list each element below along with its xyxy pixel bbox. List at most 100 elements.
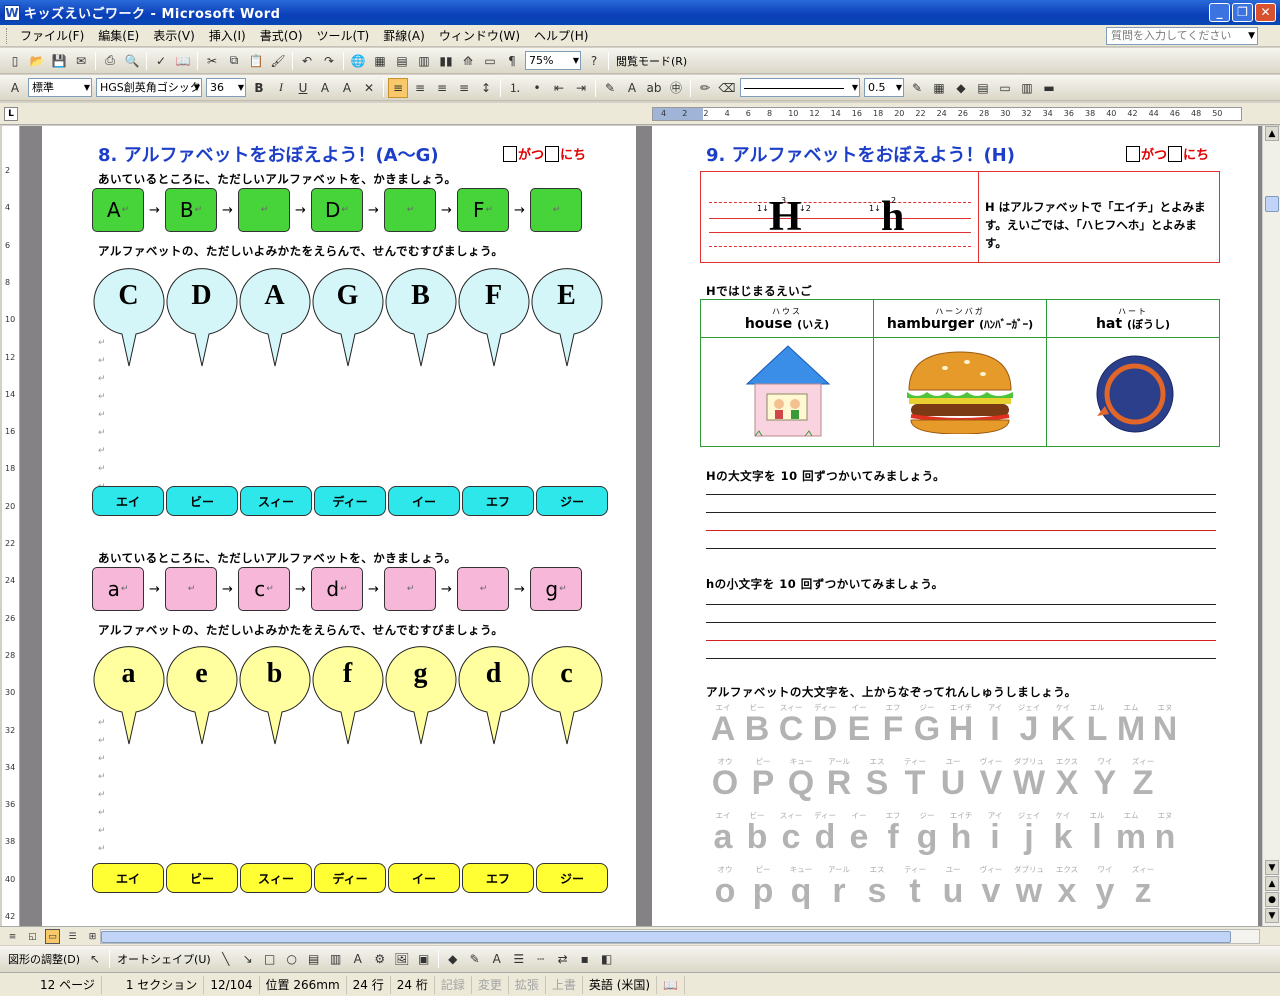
chevron-down-icon[interactable]: ▼ — [1248, 28, 1255, 44]
char-border-icon[interactable]: A — [315, 78, 335, 98]
align-left-icon[interactable]: ≡ — [388, 77, 408, 98]
reading-box[interactable]: ディー — [314, 863, 386, 893]
reading-view-icon[interactable]: ⊞ — [85, 929, 100, 944]
zoom-select[interactable]: 75% ▼ — [525, 51, 581, 70]
italic-icon[interactable]: I — [271, 78, 291, 98]
letter-box[interactable]: ↵ — [238, 188, 290, 232]
status-extend[interactable]: 拡張 — [509, 975, 546, 994]
prev-page-icon[interactable]: ▲ — [1265, 876, 1279, 891]
scroll-thumb[interactable] — [1265, 196, 1279, 212]
enclose-char-icon[interactable]: ㊥ — [666, 78, 686, 98]
save-icon[interactable]: 💾 — [49, 51, 69, 71]
line-color-icon[interactable]: ✎ — [465, 949, 485, 969]
letter-box[interactable]: F ↵ — [457, 188, 509, 232]
dash-style-icon[interactable]: ┄ — [531, 949, 551, 969]
letter-box[interactable]: ↵ — [384, 567, 436, 611]
underline-icon[interactable]: U — [293, 78, 313, 98]
reading-box[interactable]: ジー — [536, 486, 608, 516]
font-size-select[interactable]: 36 ▼ — [206, 78, 246, 97]
reading-box[interactable]: ビー — [166, 486, 238, 516]
scroll-up-icon[interactable]: ▲ — [1265, 126, 1279, 141]
menu-table[interactable]: 罫線(A) — [376, 25, 432, 47]
oval-icon[interactable]: ○ — [282, 949, 302, 969]
letter-box[interactable]: ↵ — [530, 188, 582, 232]
insert-table-2-icon[interactable]: ▤ — [973, 78, 993, 98]
select-objects-icon[interactable]: ↖ — [85, 949, 105, 969]
picture-icon[interactable]: ▣ — [414, 949, 434, 969]
horizontal-scroll-thumb[interactable] — [101, 931, 1231, 943]
speech-bubble[interactable]: g — [384, 646, 457, 746]
border-color-icon[interactable]: ✎ — [907, 78, 927, 98]
next-page-icon[interactable]: ▼ — [1265, 908, 1279, 923]
3d-icon[interactable]: ◧ — [597, 949, 617, 969]
tables-borders-icon[interactable]: ▦ — [370, 51, 390, 71]
maximize-button[interactable]: ❐ — [1232, 3, 1253, 22]
styles-icon[interactable]: A — [5, 78, 25, 98]
style-select[interactable]: 標準 ▼ — [28, 78, 92, 97]
browse-object-icon[interactable]: ● — [1265, 892, 1279, 907]
font-color-icon[interactable]: A — [622, 78, 642, 98]
align-cell-icon[interactable]: ▬ — [1039, 78, 1059, 98]
borders-icon[interactable]: ▦ — [929, 78, 949, 98]
reading-box[interactable]: ディー — [314, 486, 386, 516]
letter-box[interactable]: ↵ — [457, 567, 509, 611]
numbering-icon[interactable]: ⒈ — [505, 78, 525, 98]
web-view-icon[interactable]: ◱ — [25, 929, 40, 944]
insert-excel-icon[interactable]: ▥ — [414, 51, 434, 71]
normal-view-icon[interactable]: ≡ — [5, 929, 20, 944]
menu-help[interactable]: ヘルプ(H) — [527, 25, 595, 47]
bullets-icon[interactable]: • — [527, 78, 547, 98]
month-box[interactable] — [503, 145, 517, 162]
vertical-scrollbar[interactable]: ▲ ▼ ▲ ● ▼ — [1262, 126, 1280, 926]
open-folder-icon[interactable]: 📂 — [27, 51, 47, 71]
copy-icon[interactable]: ⧉ — [224, 51, 244, 71]
speech-bubble[interactable]: d — [457, 646, 530, 746]
spelling-status-icon[interactable]: 📖 — [657, 975, 686, 994]
speech-bubble[interactable]: b — [238, 646, 311, 746]
menu-tools[interactable]: ツール(T) — [310, 25, 377, 47]
justify-icon[interactable]: ≡ — [454, 78, 474, 98]
day-box[interactable] — [545, 145, 560, 162]
menu-window[interactable]: ウィンドウ(W) — [432, 25, 527, 47]
toolbar-grip[interactable] — [6, 27, 9, 44]
new-document-icon[interactable]: ▯ — [5, 51, 25, 71]
horizontal-ruler[interactable]: 4 2 2 4 6 8 10 12 14 16 18 20 22 24 26 28 30 32 34 36 38 40 42… — [652, 107, 1242, 121]
char-shading-icon[interactable]: A — [337, 78, 357, 98]
page-left[interactable]: 8. アルファベットをおぼえよう！(A～G) がつ にち あいているところに、た… — [42, 126, 636, 926]
paste-icon[interactable]: 📋 — [246, 51, 266, 71]
letter-box[interactable]: B ↵ — [165, 188, 217, 232]
practice-lines-upper[interactable] — [706, 494, 1216, 566]
menu-insert[interactable]: 挿入(I) — [202, 25, 253, 47]
status-overtype[interactable]: 上書 — [546, 975, 583, 994]
line-weight-select[interactable]: 0.5 ▼ — [864, 78, 904, 97]
reading-box[interactable]: ジー — [536, 863, 608, 893]
letter-box[interactable]: ↵ — [384, 188, 436, 232]
undo-icon[interactable]: ↶ — [297, 51, 317, 71]
textbox-icon[interactable]: ▤ — [304, 949, 324, 969]
speech-bubble[interactable]: A — [238, 268, 311, 368]
reading-box[interactable]: スィー — [240, 486, 312, 516]
help-icon[interactable]: ? — [584, 51, 604, 71]
font-color-2-icon[interactable]: A — [487, 949, 507, 969]
page-right[interactable]: 9. アルファベットをおぼえよう！(H) がつ にち H h 1↓ 3 ↓2 1… — [652, 126, 1258, 926]
eraser-icon[interactable]: ⌫ — [717, 78, 737, 98]
speech-bubble[interactable]: G — [311, 268, 384, 368]
horizontal-scroll-track[interactable] — [100, 929, 1260, 944]
hyperlink-icon[interactable]: 🌐 — [348, 51, 368, 71]
month-box[interactable] — [1126, 145, 1140, 162]
char-scale-icon[interactable]: ✕ — [359, 78, 379, 98]
align-right-icon[interactable]: ≡ — [432, 78, 452, 98]
cut-icon[interactable]: ✂ — [202, 51, 222, 71]
reading-box[interactable]: エイ — [92, 863, 164, 893]
show-hide-icon[interactable]: ¶ — [502, 51, 522, 71]
menu-view[interactable]: 表示(V) — [146, 25, 202, 47]
speech-bubble[interactable]: F — [457, 268, 530, 368]
draw-menu-button[interactable]: 図形の調整(D) — [4, 951, 84, 967]
print-icon[interactable]: ⎙ — [100, 51, 120, 71]
drawing-icon[interactable]: ⟰ — [458, 51, 478, 71]
letter-box[interactable]: ↵ — [165, 567, 217, 611]
diagram-icon[interactable]: ⚙ — [370, 949, 390, 969]
outline-view-icon[interactable]: ☰ — [65, 929, 80, 944]
reading-box[interactable]: スィー — [240, 863, 312, 893]
wordart-icon[interactable]: A — [348, 949, 368, 969]
